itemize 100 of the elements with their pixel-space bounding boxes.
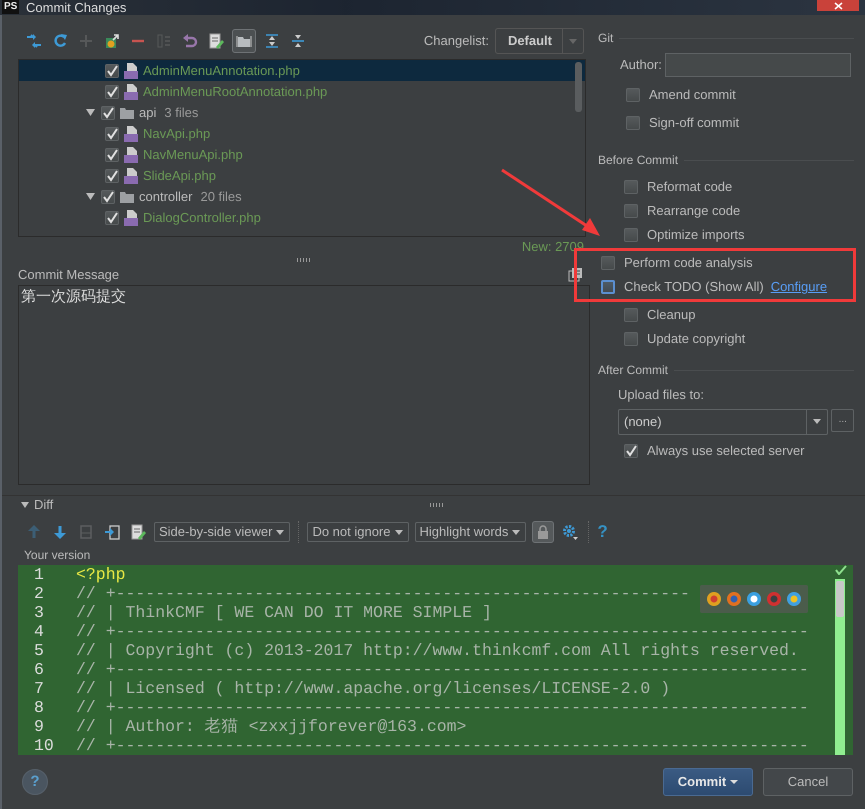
- checkbox[interactable]: [101, 190, 115, 204]
- file-name[interactable]: NavApi.php: [143, 124, 210, 144]
- option-label[interactable]: Reformat code: [647, 177, 732, 197]
- option-label[interactable]: Amend commit: [649, 85, 736, 105]
- line-number: 3: [33, 603, 45, 622]
- upload-dropdown[interactable]: (none): [618, 408, 828, 434]
- browser-icon[interactable]: [746, 591, 762, 607]
- file-name[interactable]: AdminMenuRootAnnotation.php: [143, 82, 328, 102]
- folder-icon: [236, 33, 252, 49]
- toggle-button[interactable]: [232, 29, 256, 53]
- splitter-handle[interactable]: [297, 258, 311, 262]
- code-line: // | Author: 老猫 <zxxjjforever@163.com>: [76, 717, 466, 736]
- close-icon: [834, 2, 842, 10]
- caret-icon: [394, 528, 404, 536]
- browser-icons-bar[interactable]: [700, 585, 808, 613]
- expand-all-icon[interactable]: [264, 33, 280, 49]
- scrollbar[interactable]: [835, 579, 845, 755]
- edit-icon[interactable]: [130, 524, 146, 540]
- code-line: // +----------------------------------------------------------------------: [76, 698, 809, 717]
- browser-icon[interactable]: [706, 591, 722, 607]
- undo-icon[interactable]: [182, 33, 198, 49]
- line-number: 10: [33, 736, 55, 755]
- option-label[interactable]: Optimize imports: [647, 225, 745, 245]
- commit-message-field[interactable]: 第一次源码提交: [18, 285, 590, 485]
- file-count: 20 files: [200, 188, 242, 206]
- code-editor[interactable]: [18, 565, 853, 755]
- expand-arrow-icon[interactable]: [20, 500, 30, 508]
- window-title: Commit Changes: [26, 0, 126, 15]
- checkbox[interactable]: [624, 204, 638, 218]
- diff-title[interactable]: Diff: [34, 494, 54, 514]
- checkbox[interactable]: [105, 64, 119, 78]
- configure-link[interactable]: Configure: [770, 277, 828, 297]
- option-label[interactable]: Rearrange code: [647, 201, 740, 221]
- import-icon[interactable]: [104, 524, 120, 540]
- edit-icon[interactable]: [208, 33, 224, 49]
- more-button[interactable]: ...: [831, 408, 854, 432]
- dropdown-button[interactable]: Highlight words: [414, 522, 526, 542]
- option-label[interactable]: Update copyright: [647, 329, 746, 349]
- option-label[interactable]: Cleanup: [647, 305, 696, 325]
- author-label: Author:: [620, 56, 662, 74]
- file-name[interactable]: AdminMenuAnnotation.php: [143, 60, 300, 80]
- checkbox[interactable]: [601, 256, 615, 270]
- caret-icon: [812, 417, 822, 426]
- author-field[interactable]: [665, 53, 852, 77]
- splitter-handle[interactable]: [430, 503, 444, 507]
- caret-icon: [275, 528, 286, 536]
- file-name[interactable]: SlideApi.php: [143, 166, 216, 186]
- checkbox[interactable]: [626, 116, 640, 130]
- collapse-all-icon[interactable]: [290, 33, 306, 49]
- selected-row[interactable]: AdminMenuAnnotation.php: [19, 60, 585, 81]
- checkbox[interactable]: [601, 280, 615, 294]
- help-icon[interactable]: ?: [597, 519, 608, 545]
- box-arrow-icon[interactable]: [104, 33, 120, 49]
- lock-button[interactable]: [532, 521, 554, 543]
- arrows-icon[interactable]: [26, 33, 42, 49]
- checkbox[interactable]: [105, 168, 119, 182]
- option-label[interactable]: Check TODO (Show All): [624, 277, 764, 297]
- line-number: 1: [33, 565, 45, 584]
- checkbox[interactable]: [105, 126, 119, 140]
- scrollbar[interactable]: [575, 62, 582, 112]
- commit-button[interactable]: Commit: [663, 768, 753, 796]
- expand-arrow-icon[interactable]: [85, 191, 96, 202]
- option-label[interactable]: Sign-off commit: [649, 113, 740, 133]
- dropdown-button[interactable]: Do not ignore: [307, 522, 408, 542]
- refresh-icon[interactable]: [52, 33, 68, 49]
- checkbox[interactable]: [624, 180, 638, 194]
- checkbox[interactable]: [624, 228, 638, 242]
- php-file-icon: [124, 84, 138, 100]
- file-name[interactable]: DialogController.php: [143, 208, 261, 228]
- php-file-icon: [124, 126, 138, 142]
- cancel-button[interactable]: Cancel: [763, 768, 853, 796]
- checkbox[interactable]: [105, 84, 119, 98]
- down-arrow-icon[interactable]: [52, 524, 68, 540]
- php-file-icon: [124, 146, 138, 162]
- option-label[interactable]: Always use selected server: [647, 440, 805, 460]
- history-icon[interactable]: [568, 268, 582, 282]
- expand-arrow-icon[interactable]: [85, 107, 96, 118]
- folder-name[interactable]: controller: [139, 186, 192, 206]
- file-name[interactable]: NavMenuApi.php: [143, 144, 243, 164]
- checkbox[interactable]: [101, 106, 115, 120]
- line-number: 6: [33, 660, 45, 679]
- close-button[interactable]: [817, 0, 859, 11]
- line-number: 5: [33, 641, 45, 660]
- checkbox[interactable]: [624, 308, 638, 322]
- checkbox[interactable]: [105, 210, 119, 224]
- checkbox[interactable]: [626, 88, 640, 102]
- php-file-icon: [124, 210, 138, 226]
- caret-icon: [511, 528, 522, 536]
- changelist-dropdown[interactable]: Default: [494, 28, 584, 54]
- upload-label: Upload files to:: [617, 386, 705, 404]
- gear-icon[interactable]: [562, 524, 578, 540]
- checkbox[interactable]: [105, 148, 119, 162]
- code-line: // +----------------------------------------------------------: [76, 584, 690, 603]
- option-label[interactable]: Perform code analysis: [624, 253, 753, 273]
- checkbox[interactable]: [624, 332, 638, 346]
- dropdown-button[interactable]: Side-by-side viewer: [154, 522, 290, 542]
- folder-name[interactable]: api: [139, 102, 156, 122]
- browser-icon[interactable]: [786, 591, 802, 607]
- checkbox[interactable]: [624, 444, 638, 458]
- check-icon: [835, 565, 847, 575]
